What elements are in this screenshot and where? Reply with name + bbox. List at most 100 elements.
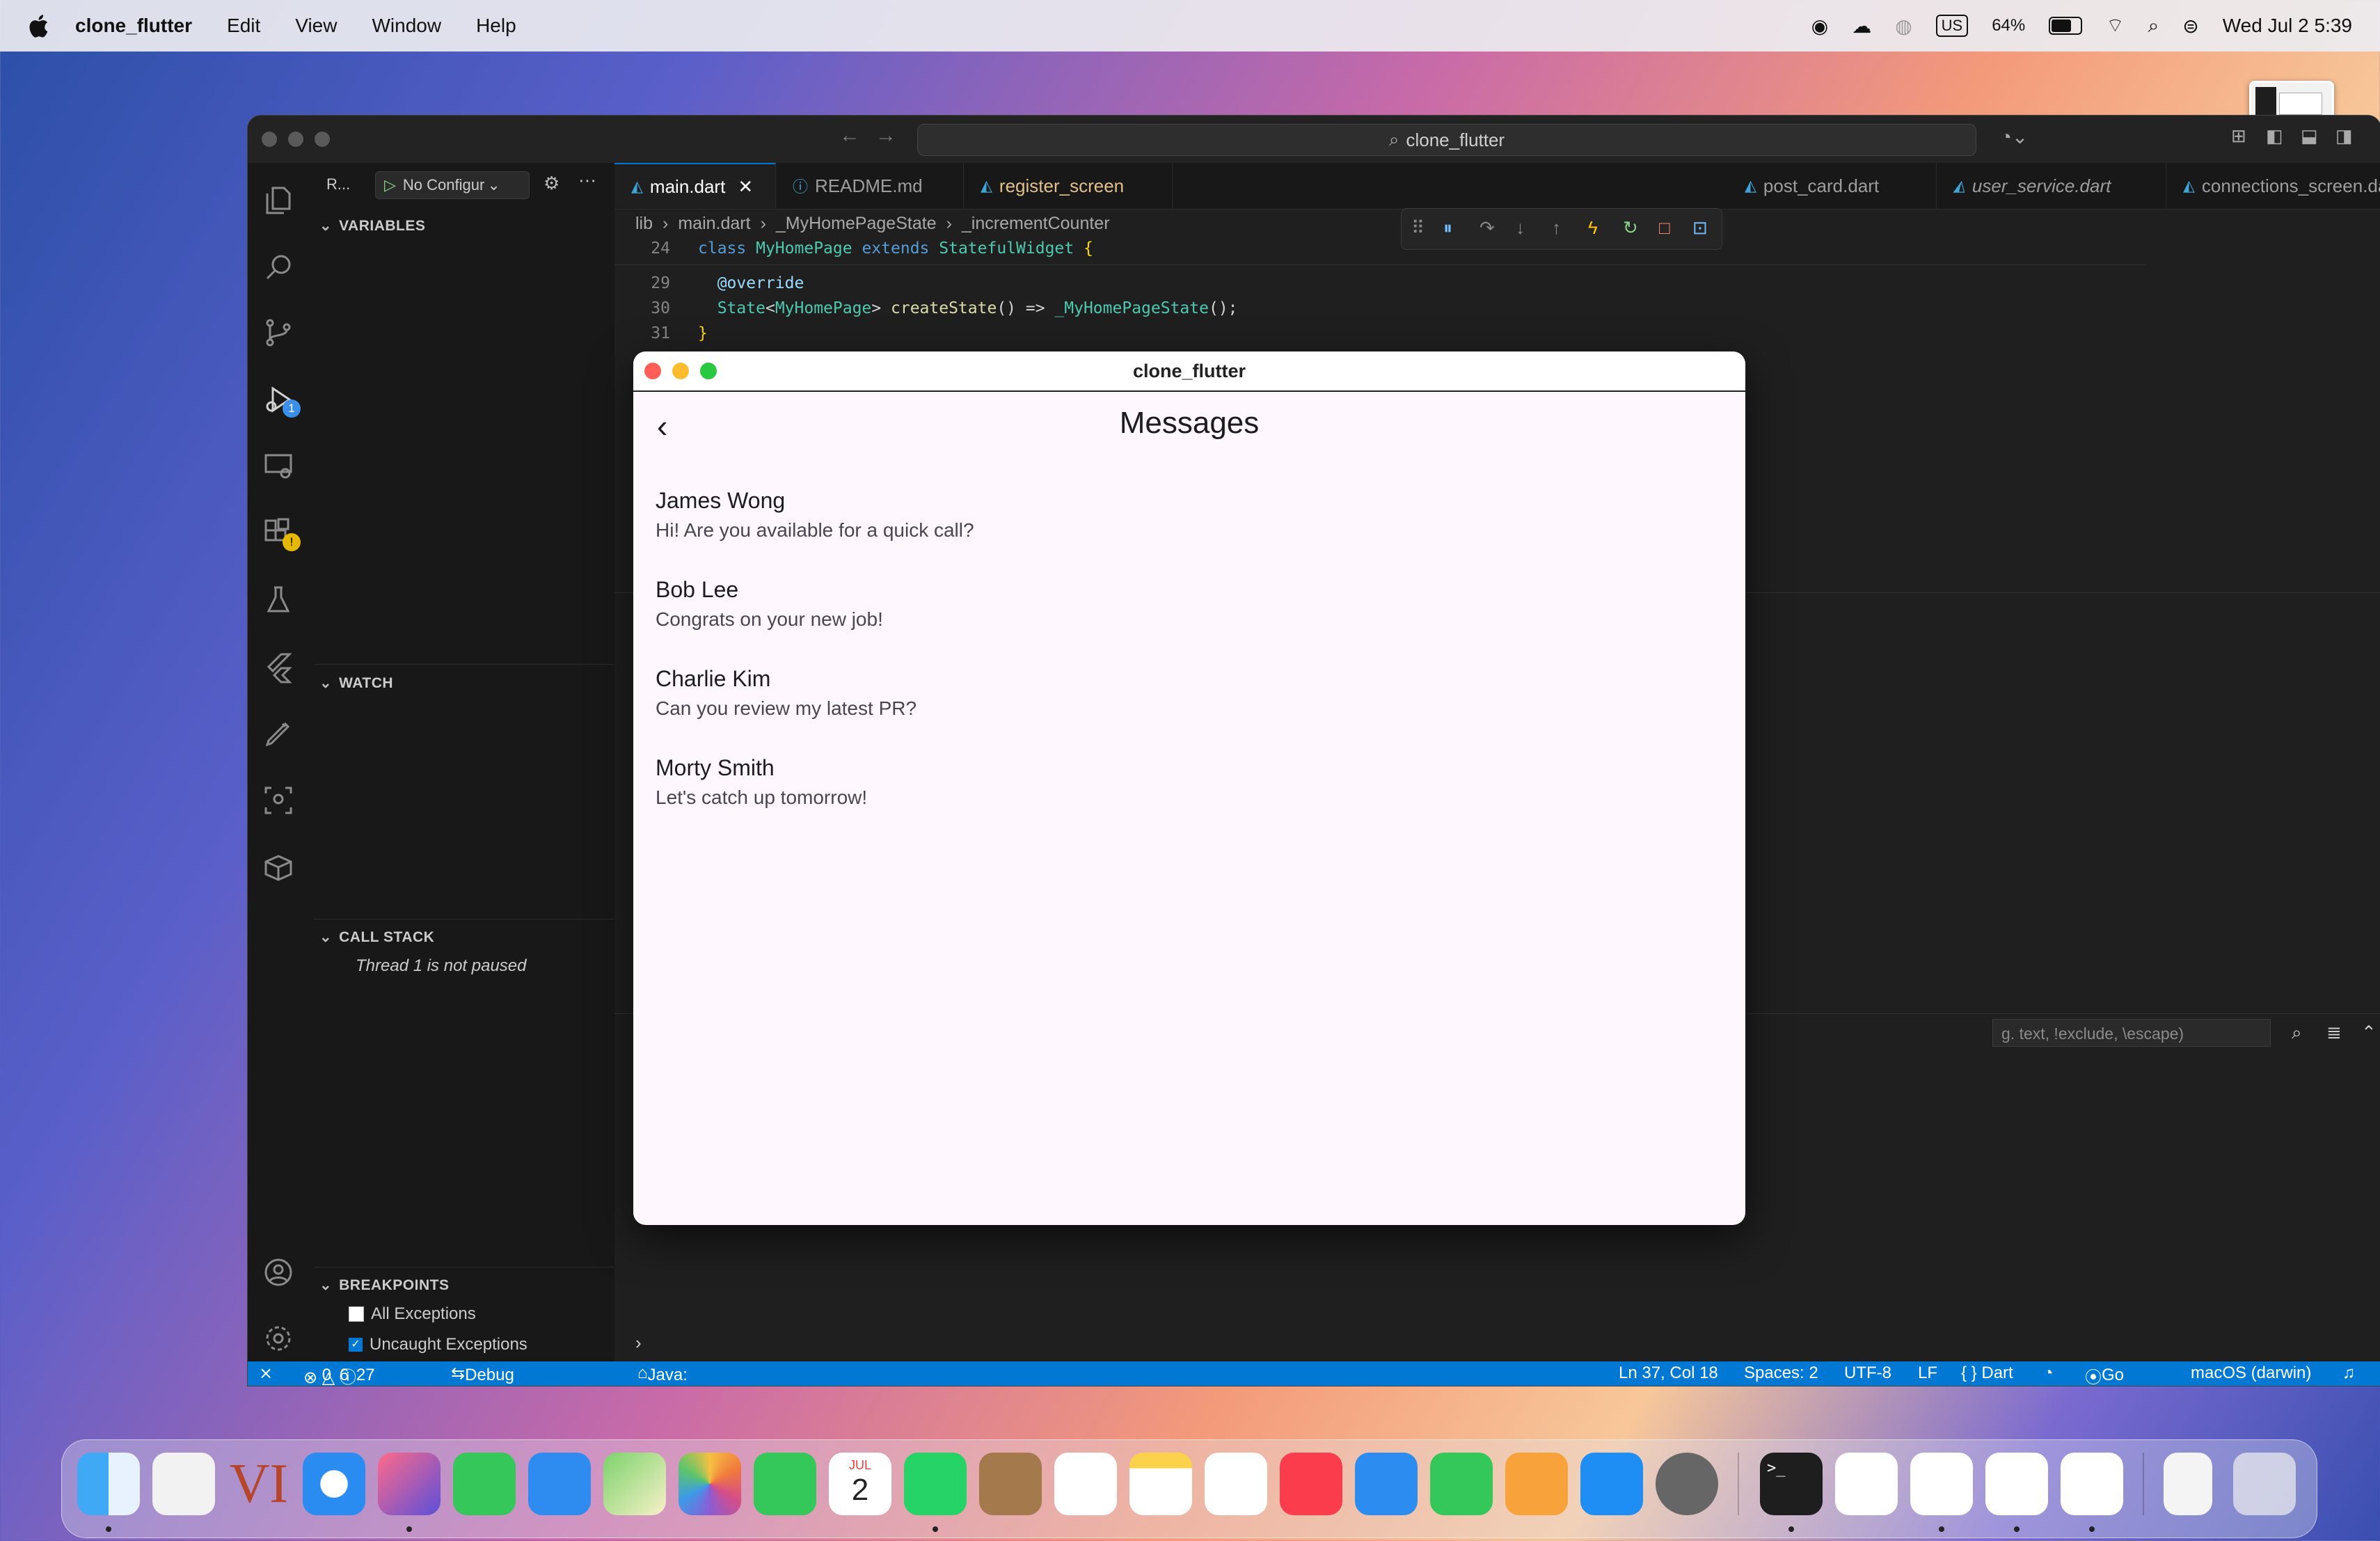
close-icon[interactable]: ✕ — [738, 176, 753, 198]
containers-icon[interactable] — [262, 851, 301, 890]
list-item[interactable]: Charlie Kim Can you review my latest PR? — [656, 666, 917, 720]
hot-reload-icon[interactable]: ϟ — [1588, 217, 1598, 239]
send-icon[interactable]: ◉ — [1811, 15, 1828, 38]
menu-view[interactable]: View — [295, 15, 337, 37]
debug-config-select[interactable]: ▷ No Configur ⌄ — [375, 171, 530, 199]
pause-icon[interactable]: ⏸ — [1443, 217, 1452, 239]
platform-status[interactable]: macOS (darwin) — [2191, 1364, 2311, 1383]
tab-register-screen[interactable]: ◭ register_screen — [964, 163, 1173, 209]
calendar-icon[interactable]: JUL 2 — [829, 1453, 891, 1515]
inspect-widget-icon[interactable]: ⊡ — [1692, 217, 1708, 239]
step-out-icon[interactable]: ↑ — [1552, 217, 1561, 239]
checkbox[interactable] — [349, 1306, 364, 1322]
code-line[interactable]: 24 class MyHomePage extends StatefulWidge… — [614, 239, 2145, 265]
tab-main-dart[interactable]: ◭ main.dart ✕ — [614, 163, 776, 209]
list-item[interactable]: Morty Smith Let's catch up tomorrow! — [656, 755, 867, 809]
code-line[interactable]: 29 @override — [614, 274, 2145, 299]
variables-section-header[interactable]: ⌄ VARIABLES — [319, 217, 425, 235]
archive-icon[interactable] — [2164, 1453, 2212, 1515]
freeform-icon[interactable] — [1205, 1453, 1267, 1515]
copilot-icon[interactable]: ◔⌄ — [2000, 125, 2028, 148]
search-icon[interactable]: ⌕ — [2148, 15, 2159, 38]
reminders-icon[interactable] — [1054, 1453, 1117, 1515]
settings-gear-icon[interactable] — [262, 1322, 301, 1361]
messages-icon[interactable] — [453, 1453, 516, 1515]
step-into-icon[interactable]: ↓ — [1516, 217, 1525, 239]
account-icon[interactable] — [262, 1256, 301, 1295]
forward-arrow-icon[interactable]: → — [875, 124, 896, 148]
more-actions-icon[interactable]: ⋯ — [578, 170, 596, 191]
copilot-status-icon[interactable]: ◔ — [2043, 1364, 2054, 1383]
code-line[interactable]: 31} — [614, 324, 2145, 349]
globe-icon[interactable]: ◍ — [1895, 15, 1912, 38]
problems-status[interactable]: ⊗ 0 △ 6 ⓘ 27 — [303, 1364, 375, 1386]
apple-icon[interactable] — [26, 13, 50, 39]
search-icon[interactable]: ⌕ — [2292, 1022, 2302, 1044]
window-close-button[interactable] — [644, 363, 661, 379]
stop-icon[interactable]: □ — [1659, 217, 1670, 239]
maps-icon[interactable] — [603, 1453, 666, 1515]
java-status[interactable]: ⌂ Java: Ready — [637, 1364, 696, 1386]
menu-help[interactable]: Help — [476, 15, 516, 37]
command-center-search[interactable]: ⌕ clone_flutter — [917, 124, 1976, 156]
breakpoint-uncaught-exceptions[interactable]: ✓ Uncaught Exceptions — [349, 1335, 527, 1354]
vim-icon[interactable]: VI — [228, 1453, 290, 1515]
breadcrumb-item[interactable]: _MyHomePageState — [776, 214, 937, 234]
menu-edit[interactable]: Edit — [227, 15, 260, 37]
window-zoom-button[interactable] — [700, 363, 717, 379]
toggle-sidebar-icon[interactable]: ◧ — [2266, 125, 2283, 147]
cursor-position[interactable]: Ln 37, Col 18 — [1619, 1364, 1718, 1383]
window-close-button[interactable] — [262, 132, 277, 147]
go-live-button[interactable]: ⦿ Go Live — [2085, 1364, 2132, 1386]
terminal-icon[interactable]: >_ — [1760, 1453, 1823, 1515]
whatsapp-icon[interactable] — [904, 1453, 967, 1515]
clock[interactable]: Wed Jul 2 5:39 — [2223, 15, 2352, 37]
flutter-icon[interactable] — [262, 650, 301, 689]
finder-icon[interactable] — [77, 1453, 140, 1515]
language-mode[interactable]: { } Dart — [1961, 1364, 2013, 1383]
source-control-icon[interactable] — [262, 316, 301, 355]
safari-icon[interactable] — [303, 1453, 365, 1515]
cloud-clock-icon[interactable]: ☁ — [1852, 15, 1871, 38]
vscode-icon[interactable] — [1985, 1453, 2048, 1515]
customize-layout-icon[interactable]: ⊞ — [2231, 125, 2246, 147]
menu-app-name[interactable]: clone_flutter — [75, 15, 192, 37]
chevron-right-icon[interactable]: › — [635, 1332, 642, 1354]
affinity-icon[interactable] — [378, 1453, 441, 1515]
window-minimize-button[interactable] — [288, 132, 303, 147]
call-stack-section-header[interactable]: ⌄ CALL STACK — [319, 928, 434, 946]
back-arrow-icon[interactable]: ← — [839, 124, 860, 148]
pages-icon[interactable] — [1505, 1453, 1568, 1515]
pen-icon[interactable] — [262, 717, 301, 756]
music-icon[interactable] — [1280, 1453, 1342, 1515]
restart-icon[interactable]: ↻ — [1623, 217, 1638, 239]
explorer-icon[interactable] — [262, 184, 301, 223]
code-line[interactable]: 30 State<MyHomePage> createState() => _M… — [614, 299, 2145, 324]
flutter-icon[interactable] — [2061, 1453, 2123, 1515]
launchpad-icon[interactable] — [152, 1453, 215, 1515]
debug-status[interactable]: ⇆ Debug my code — [451, 1364, 514, 1386]
notifications-bell-icon[interactable]: ♫ — [2342, 1364, 2355, 1383]
breadcrumb-item[interactable]: main.dart — [678, 214, 750, 234]
system-settings-icon[interactable] — [1656, 1453, 1718, 1515]
xcode-icon[interactable] — [1835, 1453, 1898, 1515]
start-debugging-icon[interactable]: ▷ — [384, 176, 396, 194]
clear-output-icon[interactable]: ≣ — [2326, 1022, 2342, 1043]
tab-post-card[interactable]: ◭ post_card.dart — [1728, 163, 1937, 209]
telegram-icon[interactable] — [1910, 1453, 1973, 1515]
toggle-panel-icon[interactable]: ⬓ — [2301, 125, 2318, 147]
contacts-icon[interactable] — [979, 1453, 1042, 1515]
search-icon[interactable] — [262, 251, 301, 290]
drag-handle-icon[interactable]: ⠿ — [1411, 217, 1425, 239]
tab-readme[interactable]: ⓘ README.md — [776, 163, 964, 209]
tab-connections-screen[interactable]: ◭ connections_screen.dart — [2166, 163, 2380, 209]
trash-icon[interactable] — [2233, 1453, 2296, 1515]
indentation[interactable]: Spaces: 2 — [1744, 1364, 1818, 1383]
tab-user-service[interactable]: ◭ user_service.dart — [1937, 163, 2166, 209]
output-filter-input[interactable]: g. text, !exclude, \escape) — [1992, 1019, 2271, 1047]
notes-icon[interactable] — [1129, 1453, 1192, 1515]
mail-icon[interactable] — [528, 1453, 591, 1515]
step-over-icon[interactable]: ↷ — [1479, 217, 1495, 239]
line-ending[interactable]: LF — [1918, 1364, 1937, 1383]
list-item[interactable]: Bob Lee Congrats on your new job! — [656, 577, 883, 631]
